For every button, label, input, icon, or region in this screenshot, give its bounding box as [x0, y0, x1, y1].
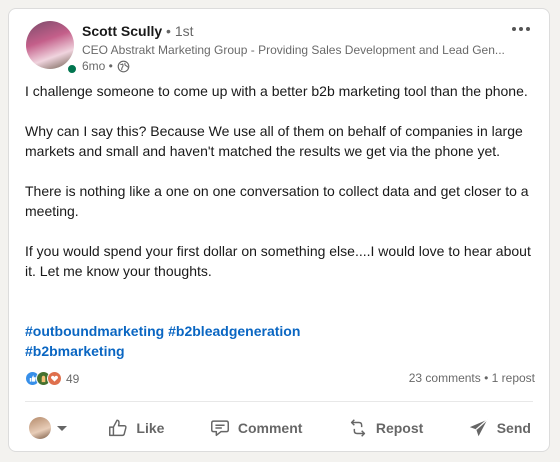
action-bar: Like Comment Repost Send	[25, 406, 539, 450]
post-paragraph: Why can I say this? Because We use all o…	[25, 123, 523, 159]
send-button[interactable]: Send	[460, 409, 539, 447]
actor-avatar	[29, 417, 51, 439]
comments-count-link[interactable]: 23 comments	[409, 371, 481, 385]
reposts-count-link[interactable]: 1 repost	[492, 371, 535, 385]
author-name[interactable]: Scott Scully	[82, 23, 162, 39]
connection-degree: • 1st	[166, 23, 194, 39]
hashtag-link[interactable]: #b2bleadgeneration	[168, 323, 300, 339]
comments-reposts: 23 comments • 1 repost	[409, 371, 535, 386]
reactions-summary[interactable]: 49	[25, 371, 79, 386]
hashtag-link[interactable]: #b2bmarketing	[25, 343, 125, 359]
repost-button[interactable]: Repost	[339, 409, 431, 447]
hashtag-link[interactable]: #outboundmarketing	[25, 323, 164, 339]
actor-selector-button[interactable]	[25, 413, 71, 443]
divider	[25, 401, 533, 402]
post-paragraph: There is nothing like a one on one conve…	[25, 183, 529, 219]
post-meta: 6mo •	[82, 59, 130, 73]
send-label: Send	[496, 420, 531, 436]
author-name-line: Scott Scully • 1st	[82, 23, 194, 39]
hashtag-list: #outboundmarketing #b2bleadgeneration #b…	[25, 321, 300, 361]
separator: •	[484, 371, 489, 385]
comment-icon	[210, 420, 229, 437]
repost-icon	[350, 419, 365, 437]
feed-post-card: Scott Scully • 1st CEO Abstrakt Marketin…	[8, 8, 550, 452]
reaction-count: 49	[66, 371, 80, 386]
thumbs-up-icon	[109, 419, 128, 437]
author-avatar-wrapper[interactable]	[26, 21, 78, 75]
online-status-icon	[66, 63, 78, 75]
social-counts: 49 23 comments • 1 repost	[25, 371, 535, 386]
send-icon	[469, 419, 488, 437]
globe-icon	[117, 60, 130, 72]
caret-down-icon	[57, 425, 67, 431]
comment-button[interactable]: Comment	[201, 409, 311, 447]
love-reaction-icon	[47, 371, 62, 386]
more-options-icon[interactable]	[507, 19, 535, 39]
author-avatar[interactable]	[26, 21, 74, 69]
post-paragraph: If you would spend your first dollar on …	[25, 243, 531, 279]
author-headline: CEO Abstrakt Marketing Group - Providing…	[82, 43, 505, 57]
repost-label: Repost	[375, 420, 424, 436]
post-body: I challenge someone to come up with a be…	[25, 81, 541, 301]
post-age: 6mo •	[82, 59, 113, 73]
post-paragraph: I challenge someone to come up with a be…	[25, 83, 528, 99]
like-button[interactable]: Like	[99, 409, 172, 447]
comment-label: Comment	[237, 420, 303, 436]
like-label: Like	[136, 420, 165, 436]
